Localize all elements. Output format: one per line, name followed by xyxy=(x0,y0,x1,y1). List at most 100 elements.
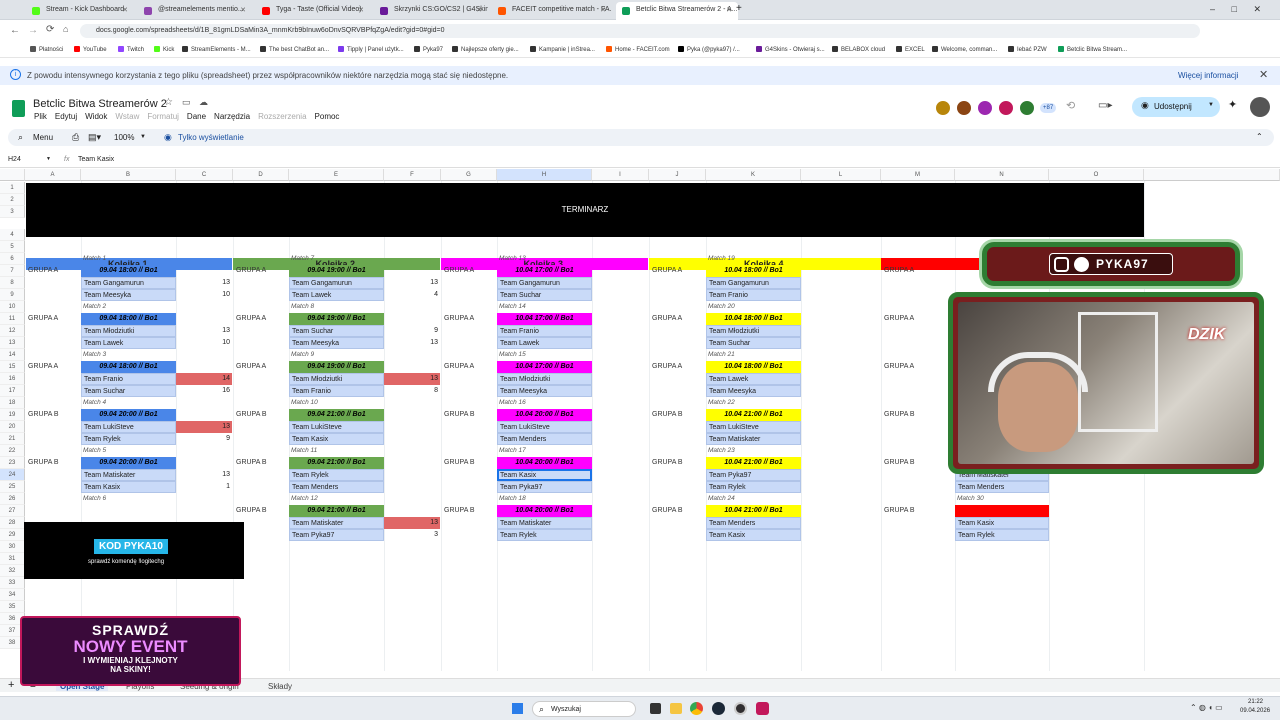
row-header[interactable]: 5 xyxy=(0,241,25,253)
menu-narzędzia[interactable]: Narzędzia xyxy=(214,112,250,121)
collaborator-avatar[interactable] xyxy=(1018,99,1036,117)
collaborator-avatar[interactable] xyxy=(997,99,1015,117)
row-header[interactable]: 27 xyxy=(0,505,25,517)
user-avatar[interactable] xyxy=(1250,97,1270,117)
row-header[interactable]: 26 xyxy=(0,493,25,505)
move-icon[interactable]: ▭ xyxy=(182,97,191,108)
row-header[interactable]: 29 xyxy=(0,529,25,541)
online-count[interactable]: +87 xyxy=(1040,103,1057,113)
close-tab-icon[interactable]: ✕ xyxy=(476,6,482,14)
column-header-m[interactable]: M xyxy=(881,169,955,181)
bookmark-item[interactable]: StreamElements - M... xyxy=(182,46,251,53)
row-header[interactable]: 18 xyxy=(0,397,25,409)
row-header[interactable]: 2 xyxy=(0,194,25,206)
row-header[interactable]: 34 xyxy=(0,589,25,601)
column-header-l[interactable]: L xyxy=(801,169,881,181)
menu-widok[interactable]: Widok xyxy=(85,112,107,121)
row-header[interactable]: 25 xyxy=(0,481,25,493)
obs-icon[interactable] xyxy=(734,702,747,715)
menu-dane[interactable]: Dane xyxy=(187,112,206,121)
menu-wstaw[interactable]: Wstaw xyxy=(115,112,139,121)
menu-formatuj[interactable]: Formatuj xyxy=(147,112,179,121)
bookmark-item[interactable]: Pyka (@pyka97) /... xyxy=(678,46,740,53)
print-icon[interactable]: ⎙ xyxy=(72,132,79,143)
bookmark-item[interactable]: Welcome, comman... xyxy=(932,46,997,53)
bookmark-item[interactable]: Kick xyxy=(154,46,174,53)
new-tab-icon[interactable]: + xyxy=(736,3,742,14)
bookmark-item[interactable]: Pyka97 xyxy=(414,46,443,53)
row-header[interactable]: 23 xyxy=(0,457,25,469)
maximize-icon[interactable]: □ xyxy=(1232,4,1237,14)
column-header-f[interactable]: F xyxy=(384,169,441,181)
row-header[interactable]: 24 xyxy=(0,469,25,481)
column-header-b[interactable]: B xyxy=(81,169,176,181)
meet-icon[interactable]: ▭▸ xyxy=(1098,100,1112,111)
bookmark-item[interactable]: YouTube xyxy=(74,46,107,53)
row-header[interactable]: 21 xyxy=(0,433,25,445)
row-header[interactable]: 3 xyxy=(0,206,25,218)
column-header-h[interactable]: H xyxy=(497,169,592,181)
bookmark-item[interactable]: Płatności xyxy=(30,46,63,53)
chevron-down-icon[interactable]: ▼ xyxy=(1208,102,1214,108)
sheet-tab[interactable]: Składy xyxy=(268,682,292,691)
star-icon[interactable]: ☆ xyxy=(164,97,173,108)
collaborator-avatar[interactable] xyxy=(976,99,994,117)
history-icon[interactable]: ⟲ xyxy=(1066,99,1075,112)
column-header-e[interactable]: E xyxy=(289,169,384,181)
chevron-down-icon[interactable]: ▼ xyxy=(140,134,146,140)
clock-time[interactable]: 21:22 xyxy=(1248,699,1263,705)
bookmark-item[interactable]: Iebać PZW xyxy=(1008,46,1047,53)
column-header-n[interactable]: N xyxy=(955,169,1049,181)
back-icon[interactable]: ← xyxy=(10,25,20,36)
windows-start-icon[interactable] xyxy=(512,703,523,714)
row-header[interactable]: 8 xyxy=(0,277,25,289)
home-icon[interactable]: ⌂ xyxy=(63,24,68,34)
close-tab-icon[interactable]: ✕ xyxy=(358,6,364,14)
bookmark-item[interactable]: G4Skins - Otwieraj s... xyxy=(756,46,825,53)
close-tab-icon[interactable]: ✕ xyxy=(726,6,732,14)
browser-tab[interactable]: @streamelements mentio... ✕ xyxy=(138,2,252,20)
row-header[interactable]: 12 xyxy=(0,325,25,337)
row-header[interactable]: 16 xyxy=(0,373,25,385)
row-header[interactable]: 35 xyxy=(0,601,25,613)
column-header-k[interactable]: K xyxy=(706,169,801,181)
zoom-select[interactable]: 100% xyxy=(114,133,134,142)
formula-content[interactable]: Team Kasix xyxy=(78,156,114,163)
taskbar-search[interactable]: ⌕ Wyszukaj xyxy=(532,701,636,717)
bookmark-item[interactable]: Kampanie | inStrea... xyxy=(530,46,595,53)
column-header-g[interactable]: G xyxy=(441,169,497,181)
row-header[interactable]: 32 xyxy=(0,565,25,577)
row-header[interactable]: 17 xyxy=(0,385,25,397)
share-button[interactable]: ◉ Udostępnij ▼ xyxy=(1132,97,1220,117)
row-header[interactable]: 19 xyxy=(0,409,25,421)
column-header-j[interactable]: J xyxy=(649,169,706,181)
row-header[interactable]: 10 xyxy=(0,301,25,313)
row-header[interactable]: 15 xyxy=(0,361,25,373)
forward-icon[interactable]: → xyxy=(28,25,38,36)
add-sheet-icon[interactable]: + xyxy=(8,679,14,691)
row-header[interactable]: 1 xyxy=(0,182,25,194)
bookmark-item[interactable]: Najlepsze oferty gie... xyxy=(452,46,519,53)
browser-tab[interactable]: Skrzynki CS:GO/CS2 | G4Skins ✕ xyxy=(374,2,488,20)
explorer-icon[interactable] xyxy=(670,703,682,714)
column-header-a[interactable]: A xyxy=(25,169,81,181)
browser-tab[interactable]: Stream - Kick Dashboard ✕ xyxy=(26,2,134,20)
column-header-i[interactable]: I xyxy=(592,169,649,181)
more-info-link[interactable]: Więcej informacji xyxy=(1178,71,1238,80)
row-header[interactable]: 31 xyxy=(0,553,25,565)
clock-date[interactable]: 09.04.2026 xyxy=(1240,708,1270,714)
reload-icon[interactable]: ⟳ xyxy=(46,24,54,35)
column-header-c[interactable]: C xyxy=(176,169,233,181)
app-icon[interactable] xyxy=(756,702,769,715)
search-icon[interactable]: ⌕ xyxy=(18,132,23,143)
row-header[interactable]: 11 xyxy=(0,313,25,325)
chevron-up-icon[interactable]: ⌃ xyxy=(1256,132,1263,141)
bookmark-item[interactable]: Home - FACEIT.com xyxy=(606,46,670,53)
close-window-icon[interactable]: ✕ xyxy=(1253,4,1261,14)
column-header-o[interactable]: O xyxy=(1049,169,1144,181)
browser-tab[interactable]: Tyga - Taste (Official Video) ✕ xyxy=(256,2,370,20)
minimize-icon[interactable]: – xyxy=(1210,4,1215,14)
row-header[interactable]: 14 xyxy=(0,349,25,361)
sheets-logo-icon[interactable] xyxy=(12,100,25,117)
taskview-icon[interactable] xyxy=(650,703,661,714)
